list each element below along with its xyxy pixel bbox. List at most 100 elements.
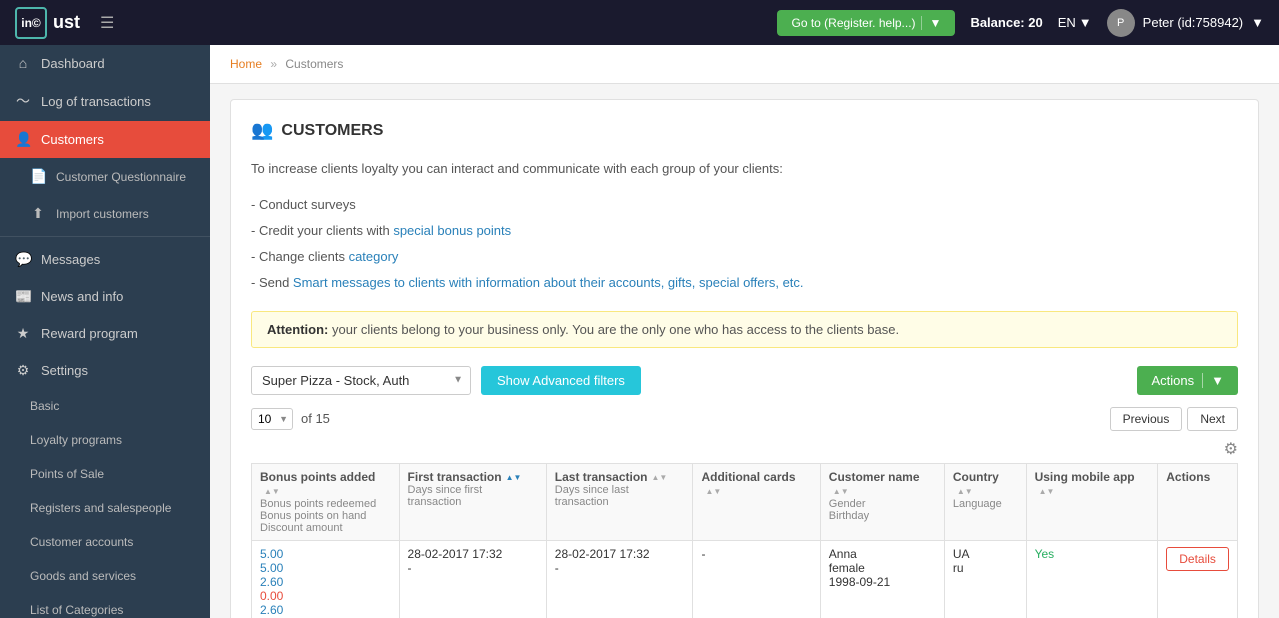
sidebar-label-loyalty: Loyalty programs (30, 433, 122, 447)
main-layout: ⌂ Dashboard 〜 Log of transactions 👤 Cust… (0, 45, 1279, 618)
pagination-buttons: Previous Next (1110, 407, 1238, 431)
sidebar-label-dashboard: Dashboard (41, 56, 105, 71)
list-item-3: - Change clients category (251, 244, 1238, 270)
alert-box: Attention: your clients belong to your b… (251, 311, 1238, 348)
cell-actions: Details (1158, 540, 1238, 618)
actions-button[interactable]: Actions ▼ (1137, 366, 1238, 395)
actions-divider: ▼ (1202, 373, 1224, 388)
cell-additional-cards: - (693, 540, 820, 618)
user-menu[interactable]: P Peter (id:758942) ▼ (1107, 9, 1264, 37)
pagination-row: 10 25 50 of 15 Previous Next (251, 407, 1238, 431)
sidebar-item-loyalty[interactable]: Loyalty programs (0, 423, 210, 457)
sidebar-label-registers: Registers and salespeople (30, 501, 171, 515)
topbar: in© ust ☰ Go to (Register. help...) ▼ Ba… (0, 0, 1279, 45)
customers-table: Bonus points added▲▼ Bonus points redeem… (251, 463, 1238, 618)
sidebar-item-settings[interactable]: ⚙ Settings (0, 352, 210, 389)
avatar: P (1107, 9, 1135, 37)
breadcrumb-current: Customers (285, 57, 343, 71)
category-link[interactable]: category (349, 249, 399, 264)
cell-first-transaction: 28-02-2017 17:32 - (399, 540, 546, 618)
go-register-button[interactable]: Go to (Register. help...) ▼ (777, 10, 955, 36)
sidebar-item-import-customers[interactable]: ⬆ Import customers (0, 195, 210, 232)
th-actions: Actions (1158, 463, 1238, 540)
sort-icon-last: ▲▼ (652, 474, 668, 482)
menu-icon[interactable]: ☰ (100, 13, 114, 33)
show-advanced-filters-button[interactable]: Show Advanced filters (481, 366, 641, 395)
list-item-2: - Credit your clients with special bonus… (251, 218, 1238, 244)
th-customer-name: Customer name▲▼ Gender Birthday (820, 463, 944, 540)
sidebar-item-basic[interactable]: Basic (0, 389, 210, 423)
list-item-4: - Send Smart messages to clients with in… (251, 270, 1238, 296)
sidebar-label-customers: Customers (41, 132, 104, 147)
import-icon: ⬆ (30, 205, 46, 222)
special-bonus-link[interactable]: special bonus points (393, 223, 511, 238)
cell-last-transaction: 28-02-2017 17:32 - (546, 540, 693, 618)
sidebar-label-basic: Basic (30, 399, 59, 413)
cell-customer-name: Anna female 1998-09-21 (820, 540, 944, 618)
per-page-select[interactable]: 10 25 50 (251, 408, 293, 430)
th-country: Country▲▼ Language (944, 463, 1026, 540)
per-page-wrapper: 10 25 50 (251, 408, 293, 430)
logo-icon: in© (15, 7, 47, 39)
messages-icon: 💬 (15, 251, 31, 268)
sidebar-label-questionnaire: Customer Questionnaire (56, 170, 186, 184)
sort-icon-mobile: ▲▼ (1039, 488, 1055, 496)
sort-icon-first: ▲▼ (506, 474, 522, 482)
table-row: 5.00 5.00 2.60 0.00 2.60 0.00 28-02-2017… (252, 540, 1238, 618)
location-filter[interactable]: Super Pizza - Stock, Auth (251, 366, 471, 395)
sidebar-item-list-categories[interactable]: List of Categories (0, 593, 210, 618)
customers-title-icon: 👥 (251, 120, 273, 141)
previous-button[interactable]: Previous (1110, 407, 1183, 431)
list-item-1: - Conduct surveys (251, 192, 1238, 218)
questionnaire-icon: 📄 (30, 168, 46, 185)
sidebar-label-log: Log of transactions (41, 94, 151, 109)
details-button[interactable]: Details (1166, 547, 1229, 571)
logo: in© ust (15, 7, 80, 39)
language-selector[interactable]: EN ▼ (1058, 15, 1092, 30)
divider (0, 236, 210, 237)
table-settings-button[interactable]: ⚙ (1224, 439, 1238, 459)
smart-msg-link[interactable]: Smart messages to clients with informati… (293, 275, 804, 290)
main-content: Home » Customers 👥 CUSTOMERS To increase… (210, 45, 1279, 618)
cell-bonus: 5.00 5.00 2.60 0.00 2.60 0.00 (252, 540, 400, 618)
sidebar-item-goods[interactable]: Goods and services (0, 559, 210, 593)
sidebar-item-customer-questionnaire[interactable]: 📄 Customer Questionnaire (0, 158, 210, 195)
breadcrumb: Home » Customers (210, 45, 1279, 84)
sidebar-label-news: News and info (41, 289, 123, 304)
page-body: 👥 CUSTOMERS To increase clients loyalty … (210, 84, 1279, 618)
sidebar-label-reward: Reward program (41, 326, 138, 341)
sidebar-item-reward[interactable]: ★ Reward program (0, 315, 210, 352)
sidebar-label-settings: Settings (41, 363, 88, 378)
intro-list: - Conduct surveys - Credit your clients … (251, 192, 1238, 296)
sidebar-item-news[interactable]: 📰 News and info (0, 278, 210, 315)
next-button[interactable]: Next (1187, 407, 1238, 431)
sidebar-label-goods: Goods and services (30, 569, 136, 583)
filter-wrapper: Super Pizza - Stock, Auth (251, 366, 471, 395)
cell-country: UA ru (944, 540, 1026, 618)
sidebar-item-customer-accounts[interactable]: Customer accounts (0, 525, 210, 559)
cell-mobile-app: Yes (1026, 540, 1158, 618)
sort-icon-name: ▲▼ (833, 488, 849, 496)
sidebar-label-messages: Messages (41, 252, 100, 267)
sidebar-label-customer-accounts: Customer accounts (30, 535, 133, 549)
sidebar-label-list-categories: List of Categories (30, 603, 123, 617)
th-mobile-app: Using mobile app▲▼ (1026, 463, 1158, 540)
of-total: of 15 (301, 411, 330, 426)
sidebar-item-messages[interactable]: 💬 Messages (0, 241, 210, 278)
breadcrumb-home[interactable]: Home (230, 57, 262, 71)
home-icon: ⌂ (15, 55, 31, 71)
go-register-label: Go to (Register. help...) (791, 16, 915, 30)
th-bonus: Bonus points added▲▼ Bonus points redeem… (252, 463, 400, 540)
sidebar-item-pos[interactable]: Points of Sale (0, 457, 210, 491)
topbar-right: Go to (Register. help...) ▼ Balance: 20 … (777, 9, 1264, 37)
gear-icon: ⚙ (15, 362, 31, 379)
sidebar-item-customers[interactable]: 👤 Customers (0, 121, 210, 158)
balance-display: Balance: 20 (970, 15, 1042, 30)
page-card: 👥 CUSTOMERS To increase clients loyalty … (230, 99, 1259, 618)
sort-icon-country: ▲▼ (957, 488, 973, 496)
sidebar-item-registers[interactable]: Registers and salespeople (0, 491, 210, 525)
sidebar-item-log-transactions[interactable]: 〜 Log of transactions (0, 81, 210, 121)
alert-bold: Attention: (267, 322, 328, 337)
sidebar-item-dashboard[interactable]: ⌂ Dashboard (0, 45, 210, 81)
th-additional-cards: Additional cards▲▼ (693, 463, 820, 540)
